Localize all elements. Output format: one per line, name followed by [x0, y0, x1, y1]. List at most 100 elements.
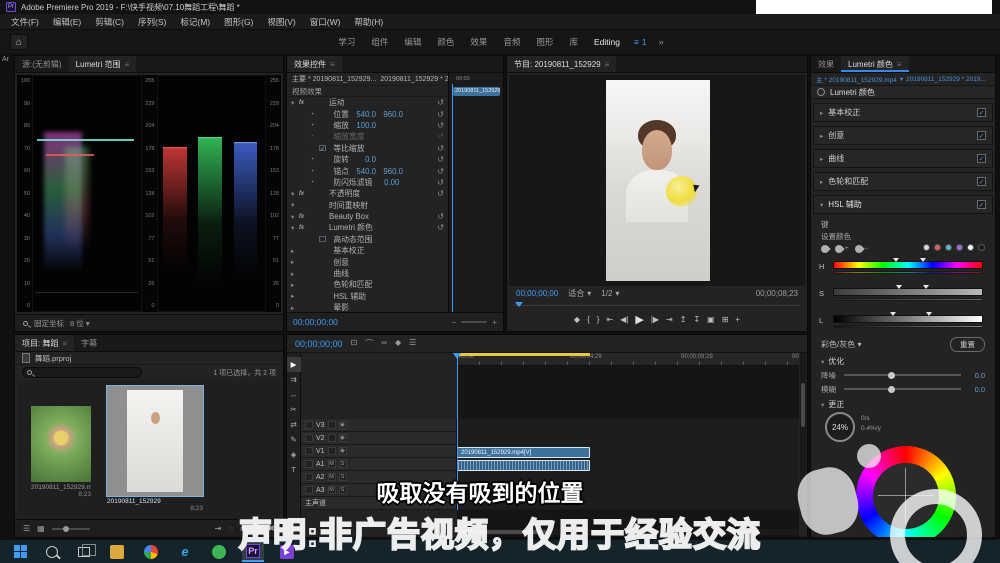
luma-range-slider[interactable]: [833, 312, 983, 323]
ripple-edit-tool[interactable]: ↔: [287, 387, 301, 402]
pen-tool[interactable]: ✎: [287, 432, 301, 447]
panel-menu-icon[interactable]: ≡: [62, 339, 67, 348]
blur-slider[interactable]: [844, 385, 961, 393]
param-value[interactable]: 960.0: [376, 110, 403, 119]
program-scrubber[interactable]: [515, 302, 799, 309]
menu-help[interactable]: 帮助(H): [347, 14, 390, 29]
param-value[interactable]: 960.0: [376, 167, 403, 176]
effect-row-uniform-scale[interactable]: ☑ 等比缩放 ↺: [287, 143, 448, 154]
twirl-icon[interactable]: ▸: [291, 247, 299, 255]
workspace-tab-learning[interactable]: 学习: [330, 34, 363, 50]
lumetri-section-basic-correction[interactable]: ▸ 基本校正 ✓: [813, 103, 993, 122]
twirl-icon[interactable]: ▸: [291, 304, 299, 312]
menu-graphics[interactable]: 图形(G): [217, 14, 260, 29]
track-visibility-toggle[interactable]: ◉: [338, 434, 347, 442]
blur-value[interactable]: 0.0: [969, 385, 985, 394]
effect-row-lumetri-color[interactable]: ▾ fx Lumetri 颜色 ↺: [287, 222, 448, 233]
slip-tool[interactable]: ⇄: [287, 417, 301, 432]
work-area-bar[interactable]: [457, 353, 590, 356]
reset-icon[interactable]: ↺: [437, 132, 444, 141]
project-item-sequence[interactable]: 20190811_152929 8;23: [106, 385, 204, 512]
twirl-icon[interactable]: ▾: [820, 201, 823, 209]
effect-row-beauty-box[interactable]: ▾ fx Beauty Box ↺: [287, 211, 448, 222]
stopwatch-icon[interactable]: ◔: [310, 133, 319, 140]
hue-falloff-slider[interactable]: [833, 271, 983, 274]
section-checkbox[interactable]: ✓: [977, 200, 986, 209]
swatch-purple[interactable]: [956, 244, 963, 251]
reset-icon[interactable]: ↺: [437, 144, 444, 153]
param-checkbox[interactable]: ☑: [319, 144, 329, 153]
effect-row-scale-width[interactable]: ◔ 缩放宽度 ↺: [287, 131, 448, 142]
effect-row-hsl[interactable]: ▸ HSL 辅助: [287, 291, 448, 302]
track-label[interactable]: A1: [316, 461, 325, 468]
track-header-v3[interactable]: V3 ◉: [301, 419, 799, 432]
effect-row-anchor[interactable]: ◔ 锚点 540.0 960.0 ↺: [287, 165, 448, 176]
lumetri-effect-row[interactable]: Lumetri 颜色: [811, 85, 995, 99]
vertical-scrollbar[interactable]: [800, 353, 806, 513]
scrubber-playhead[interactable]: [515, 302, 523, 307]
section-checkbox[interactable]: ✓: [977, 108, 986, 117]
lumetri-scopes-tab[interactable]: Lumetri 范围 ≡: [68, 56, 137, 72]
twirl-icon[interactable]: ▾: [291, 224, 299, 232]
lift-button[interactable]: ↥: [680, 315, 687, 324]
snap-icon[interactable]: ⌒: [365, 338, 373, 349]
lumetri-section-curves[interactable]: ▸ 曲线 ✓: [813, 149, 993, 168]
eyedropper-icon[interactable]: [819, 242, 831, 255]
project-search-input[interactable]: [35, 369, 125, 376]
captions-tab[interactable]: 字幕: [74, 335, 104, 351]
menu-window[interactable]: 窗口(W): [303, 14, 348, 29]
effect-row-antiflicker[interactable]: ◔ 防闪烁滤镜 0.00 ↺: [287, 177, 448, 188]
add-marker-icon[interactable]: ◆: [395, 338, 401, 349]
play-button[interactable]: ▶: [635, 313, 643, 326]
effect-row-motion[interactable]: ▾ fx 运动 ↺: [287, 97, 448, 108]
source-assign-toggle[interactable]: [305, 434, 313, 442]
lumetri-color-tab[interactable]: Lumetri 颜色 ≡: [841, 56, 909, 72]
add-marker-button[interactable]: ◆: [574, 315, 580, 324]
project-item-video[interactable]: 20190811_152929.mp4 8;23: [31, 406, 91, 498]
sequence-thumbnail[interactable]: [106, 385, 204, 497]
swatch-teal[interactable]: [945, 244, 952, 251]
track-lane[interactable]: [457, 432, 799, 444]
fx-badge-icon[interactable]: fx: [299, 99, 310, 106]
step-forward-button[interactable]: |▶: [651, 315, 659, 324]
param-value[interactable]: 540.0: [349, 167, 376, 176]
twirl-icon[interactable]: ▸: [820, 178, 823, 186]
track-lock-toggle[interactable]: [327, 447, 336, 455]
effect-row-scale[interactable]: ◔ 缩放 100.0 ↺: [287, 120, 448, 131]
effect-toggle-icon[interactable]: [817, 88, 825, 96]
lumetri-master-label[interactable]: 主 * 20190811_152929.mp4: [816, 74, 897, 84]
effect-row-hdr[interactable]: ☐ 高动态范围: [287, 234, 448, 245]
panel-menu-icon[interactable]: ≡: [897, 60, 902, 69]
swatch-gray[interactable]: [923, 244, 930, 251]
twirl-icon[interactable]: ▸: [291, 292, 299, 300]
denoise-slider[interactable]: [844, 371, 961, 379]
stopwatch-icon[interactable]: ◔: [310, 179, 319, 186]
program-viewer[interactable]: [509, 75, 805, 286]
saturation-falloff-slider[interactable]: [833, 298, 983, 301]
lane-clip[interactable]: 20190811_152929: [453, 87, 500, 96]
panel-menu-icon[interactable]: ≡: [605, 60, 610, 69]
track-lane[interactable]: [457, 419, 799, 431]
video-clip[interactable]: 20190811_152929.mp4[V]: [457, 447, 590, 458]
denoise-value[interactable]: 0.0: [969, 371, 985, 380]
workspace-overflow-icon[interactable]: »: [653, 37, 670, 47]
twirl-icon[interactable]: ▸: [291, 281, 299, 289]
track-visibility-toggle[interactable]: ◉: [338, 421, 347, 429]
track-header-v2[interactable]: V2 ◉: [301, 432, 799, 445]
reset-icon[interactable]: ↺: [437, 178, 444, 187]
zoom-slider[interactable]: [461, 321, 488, 323]
twirl-icon[interactable]: ▸: [820, 132, 823, 140]
master-clip-label[interactable]: 主要 * 20190811_152929...: [292, 74, 376, 84]
effect-row-rotation[interactable]: ◔ 旋转 0.0 ↺: [287, 154, 448, 165]
swatch-black[interactable]: [978, 244, 985, 251]
workspace-menu-icon[interactable]: ≡ 1: [630, 37, 651, 47]
menu-file[interactable]: 文件(F): [4, 14, 46, 29]
effect-row-curves[interactable]: ▸ 曲线: [287, 268, 448, 279]
sequence-clip-label[interactable]: 20190811_152929 * 20...: [380, 76, 448, 83]
reset-icon[interactable]: ↺: [437, 121, 444, 130]
twirl-icon[interactable]: ▾: [291, 190, 299, 198]
eyedropper-subtract-icon[interactable]: [852, 242, 865, 255]
param-value[interactable]: 0.00: [372, 178, 399, 187]
scope-pen-icon[interactable]: [23, 320, 28, 326]
panel-menu-icon[interactable]: ≡: [124, 60, 129, 69]
